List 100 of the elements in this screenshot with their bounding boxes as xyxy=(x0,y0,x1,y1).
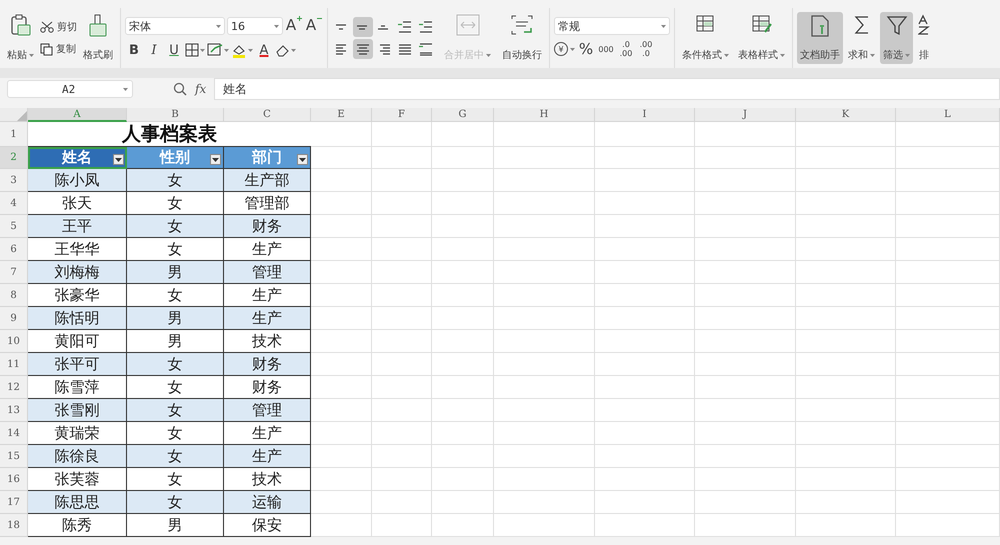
table-cell: 财务 xyxy=(224,215,311,238)
increase-decimal-button[interactable]: .0 .00 xyxy=(617,39,635,59)
copy-button[interactable]: 复制 xyxy=(40,42,77,56)
column-header[interactable]: E xyxy=(311,108,372,122)
row-header[interactable]: 6 xyxy=(0,238,28,261)
caret-icon xyxy=(274,24,279,28)
row-header[interactable]: 7 xyxy=(0,261,28,284)
align-left-icon xyxy=(335,44,349,54)
table-style-button[interactable]: 表格样式 xyxy=(735,12,788,64)
italic-button[interactable]: I xyxy=(145,40,163,60)
clipboard-icon xyxy=(10,14,32,38)
align-justify-icon xyxy=(398,44,412,54)
table-cell: 管理 xyxy=(224,399,311,422)
caret-icon xyxy=(486,54,491,56)
column-header[interactable]: K xyxy=(796,108,896,122)
assistant-button[interactable]: 文档助手 xyxy=(797,12,843,64)
name-box[interactable]: A2 xyxy=(7,80,133,98)
decrease-decimal-button[interactable]: .00 .0 xyxy=(637,39,655,59)
cut-button[interactable]: 剪切 xyxy=(40,20,77,34)
caret-icon xyxy=(200,48,205,52)
column-header[interactable]: B xyxy=(127,108,224,122)
table-cell: 保安 xyxy=(224,514,311,537)
border-grid-icon xyxy=(185,43,199,57)
thousands-button[interactable]: 000 xyxy=(597,39,615,59)
table-cell: 技术 xyxy=(224,468,311,491)
font-color-button[interactable]: A xyxy=(255,40,273,60)
row-header[interactable]: 10 xyxy=(0,330,28,353)
table-cell: 陈小凤 xyxy=(28,169,127,192)
row-header[interactable]: 15 xyxy=(0,445,28,468)
table-cell: 陈秀 xyxy=(28,514,127,537)
table-cell: 陈徐良 xyxy=(28,445,127,468)
column-header[interactable]: G xyxy=(432,108,494,122)
row-header[interactable]: 14 xyxy=(0,422,28,445)
sort-button[interactable]: 排 xyxy=(915,12,933,64)
caret-icon xyxy=(570,48,575,50)
caret-icon xyxy=(661,24,666,28)
row-header[interactable]: 5 xyxy=(0,215,28,238)
table-cell: 刘梅梅 xyxy=(28,261,127,284)
font-size-dropdown[interactable]: 16 xyxy=(227,17,283,35)
column-header[interactable]: C xyxy=(224,108,311,122)
font-shrink-button[interactable]: A xyxy=(305,16,323,36)
font-name-dropdown[interactable]: 宋体 xyxy=(125,17,225,35)
table-cell: 财务 xyxy=(224,353,311,376)
align-center-button[interactable] xyxy=(353,39,373,59)
row-header[interactable]: 18 xyxy=(0,514,28,537)
row-header[interactable]: 12 xyxy=(0,376,28,399)
row-header[interactable]: 11 xyxy=(0,353,28,376)
percent-button[interactable]: % xyxy=(577,39,595,59)
heading-text: 姓名 xyxy=(62,148,92,167)
column-header[interactable]: H xyxy=(494,108,595,122)
column-header[interactable]: F xyxy=(372,108,432,122)
table-cell: 女 xyxy=(127,422,224,445)
zoom-icon[interactable] xyxy=(173,82,187,96)
table-cell: 女 xyxy=(127,215,224,238)
align-middle-button[interactable] xyxy=(353,17,373,37)
filter-icon xyxy=(886,14,908,36)
formula-input[interactable]: 姓名 xyxy=(214,78,1000,100)
conditional-format-button[interactable]: 条件格式 xyxy=(679,12,732,64)
table-cell: 女 xyxy=(127,192,224,215)
number-format-dropdown[interactable]: 常规 xyxy=(554,17,670,35)
filter-dropdown-button[interactable] xyxy=(297,154,308,165)
column-header[interactable]: I xyxy=(595,108,695,122)
table-cell: 张天 xyxy=(28,192,127,215)
align-outdent-icon xyxy=(398,21,412,33)
paint-brush-icon xyxy=(88,14,108,38)
copy-icon xyxy=(40,42,53,56)
underline-button[interactable]: U xyxy=(165,40,183,60)
table-cell: 女 xyxy=(127,468,224,491)
sort-icon xyxy=(918,14,930,36)
column-header[interactable]: J xyxy=(695,108,796,122)
row-header[interactable]: 16 xyxy=(0,468,28,491)
row-header[interactable]: 4 xyxy=(0,192,28,215)
align-center-icon xyxy=(356,44,370,54)
currency-button[interactable]: ¥ xyxy=(554,39,575,59)
caret-icon xyxy=(291,48,296,52)
table-cell: 生产部 xyxy=(224,169,311,192)
filter-button[interactable]: 筛选 xyxy=(880,12,913,64)
filter-dropdown-button[interactable] xyxy=(113,154,124,165)
row-header[interactable]: 1 xyxy=(0,122,28,147)
table-cell: 生产 xyxy=(224,238,311,261)
caret-icon xyxy=(724,54,729,56)
row-header[interactable]: 17 xyxy=(0,491,28,514)
row-header[interactable]: 13 xyxy=(0,399,28,422)
function-button[interactable]: fx xyxy=(195,82,206,96)
filter-dropdown-button[interactable] xyxy=(210,154,221,165)
row-header[interactable]: 9 xyxy=(0,307,28,330)
column-header[interactable]: L xyxy=(896,108,1000,122)
align-middle-icon xyxy=(356,24,370,30)
row-header[interactable]: 3 xyxy=(0,169,28,192)
format-painter-button[interactable]: 格式刷 xyxy=(80,12,116,64)
row-header[interactable]: 8 xyxy=(0,284,28,307)
paste-button[interactable]: 粘贴 xyxy=(4,12,37,64)
font-grow-button[interactable]: A xyxy=(285,16,303,36)
sum-button[interactable]: 求和 xyxy=(845,12,878,64)
table-cell: 女 xyxy=(127,376,224,399)
wrap-text-button[interactable]: 自动换行 xyxy=(499,12,545,64)
table-cell: 张雪刚 xyxy=(28,399,127,422)
bold-button[interactable]: B xyxy=(125,40,143,60)
table-cell: 管理部 xyxy=(224,192,311,215)
caret-icon xyxy=(299,158,306,162)
